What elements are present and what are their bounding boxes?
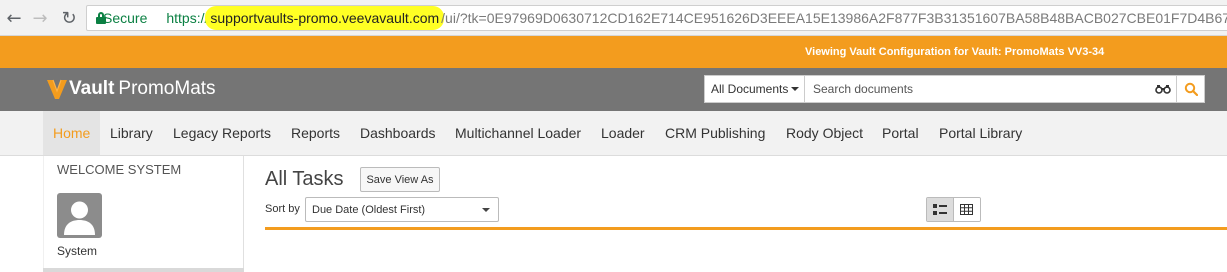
address-bar[interactable]: Secure https:// supportvaults-promo.veev… [86,5,1227,31]
tab-home[interactable]: Home [43,111,101,155]
app-header: Vault PromoMats All Documents [0,68,1227,111]
avatar[interactable] [57,193,102,238]
search-input[interactable] [805,76,1150,102]
view-toggle [926,197,981,222]
config-banner: Viewing Vault Configuration for Vault: P… [0,36,1227,68]
chevron-down-icon [791,87,800,91]
page-title: All Tasks [265,168,344,190]
tab-reports[interactable]: Reports [291,111,340,155]
welcome-heading: WELCOME SYSTEM [57,162,182,177]
back-arrow-icon[interactable]: ← [3,7,25,29]
user-panel: WELCOME SYSTEM System [43,156,244,272]
vault-logo[interactable]: Vault PromoMats [47,78,216,100]
sort-by-value: Due Date (Oldest First) [312,203,426,216]
browser-toolbar: ← → ↻ Secure https:// supportvaults-prom… [0,0,1227,36]
vault-v-logo-icon [47,79,67,99]
grid-view-button[interactable] [953,198,980,221]
tab-rody-object[interactable]: Rody Object [786,111,863,155]
user-name[interactable]: System [57,244,97,258]
main-nav: Home Library Legacy Reports Reports Dash… [0,111,1227,156]
search-icon [1184,82,1198,96]
detail-view-button[interactable] [927,198,954,221]
url-scheme: https:// [166,10,209,26]
secure-label: Secure [103,10,148,26]
sort-by-label: Sort by [265,203,300,215]
search-button[interactable] [1176,76,1204,102]
logo-product-text: PromoMats [118,78,216,99]
chevron-down-icon [482,208,490,212]
tab-multichannel-loader[interactable]: Multichannel Loader [455,111,581,155]
tab-portal[interactable]: Portal [882,111,919,155]
url-path: /ui/?tk=0E97969D0630712CD162E714CE951626… [441,10,1227,26]
tab-crm-publishing[interactable]: CRM Publishing [665,111,765,155]
tab-dashboards[interactable]: Dashboards [360,111,436,155]
tab-library[interactable]: Library [110,111,153,155]
search-bar: All Documents [704,75,1205,103]
logo-vault-text: Vault [69,78,115,99]
search-scope-dropdown[interactable]: All Documents [705,76,805,102]
url-host: supportvaults-promo.veevavault.com [208,9,442,27]
list-detail-icon [932,203,947,215]
forward-arrow-icon[interactable]: → [29,7,51,29]
tab-portal-library[interactable]: Portal Library [939,111,1022,155]
section-divider [265,227,1227,230]
grid-icon [960,204,974,215]
reload-icon[interactable]: ↻ [58,7,80,29]
user-icon [64,201,95,235]
save-view-as-button[interactable]: Save View As [360,167,440,192]
search-scope-label: All Documents [711,82,789,96]
sort-by-select[interactable]: Due Date (Oldest First) [305,197,499,222]
tab-loader[interactable]: Loader [601,111,645,155]
banner-text: Viewing Vault Configuration for Vault: P… [805,46,1105,58]
binoculars-icon[interactable] [1150,76,1176,102]
panel-bottom-divider [43,268,244,272]
tab-legacy-reports[interactable]: Legacy Reports [173,111,271,155]
